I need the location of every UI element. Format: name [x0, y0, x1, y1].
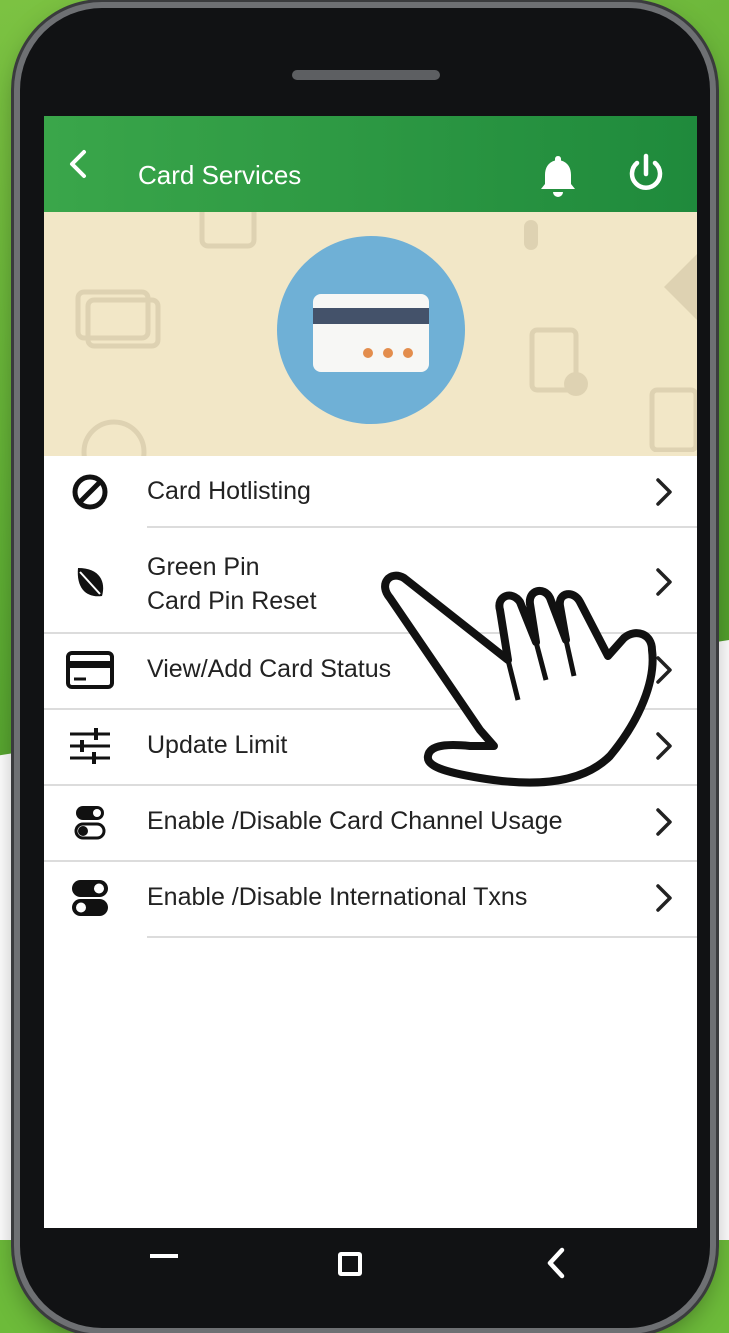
decorative-shape-icon — [664, 254, 697, 320]
toggles-icon — [66, 878, 114, 918]
list-item-card-hotlisting[interactable]: Card Hotlisting — [44, 456, 697, 528]
decorative-card-icon — [75, 289, 161, 349]
list-item-sublabel: Card Pin Reset — [147, 587, 317, 615]
pointing-hand-icon — [381, 571, 657, 787]
decorative-doc-icon — [649, 387, 697, 452]
sliders-icon — [66, 726, 114, 766]
decorative-tap-icon — [524, 220, 538, 250]
power-icon[interactable] — [624, 152, 668, 196]
chevron-right-icon — [652, 806, 676, 838]
block-icon — [66, 472, 114, 512]
list-item-label: Green Pin — [147, 553, 260, 581]
decorative-support-icon — [81, 419, 147, 456]
app-bar: Card Services — [44, 116, 697, 212]
list-item-label: Update Limit — [147, 731, 288, 759]
decorative-device-icon — [199, 212, 257, 249]
recent-apps-icon[interactable] — [150, 1254, 178, 1258]
chevron-left-icon[interactable] — [60, 144, 96, 184]
toggle-icon — [66, 802, 114, 842]
decorative-clipboard-icon — [529, 327, 588, 396]
list-item-label: Enable /Disable International Txns — [147, 883, 528, 911]
list-item-label: Card Hotlisting — [147, 477, 311, 505]
system-nav-bar — [24, 1220, 677, 1310]
hero-banner — [44, 212, 697, 456]
page-title: Card Services — [138, 160, 302, 190]
chevron-right-icon — [652, 882, 676, 914]
list-item-label: View/Add Card Status — [147, 655, 392, 683]
back-icon[interactable] — [544, 1246, 568, 1280]
card-icon — [66, 650, 114, 690]
credit-card-icon — [277, 236, 465, 424]
divider — [147, 936, 697, 938]
home-icon[interactable] — [338, 1252, 362, 1276]
leaf-icon — [66, 562, 114, 602]
phone-speaker — [292, 70, 440, 80]
list-item-international-txns[interactable]: Enable /Disable International Txns — [44, 862, 697, 936]
bell-icon[interactable] — [536, 152, 580, 200]
chevron-right-icon — [652, 476, 676, 508]
